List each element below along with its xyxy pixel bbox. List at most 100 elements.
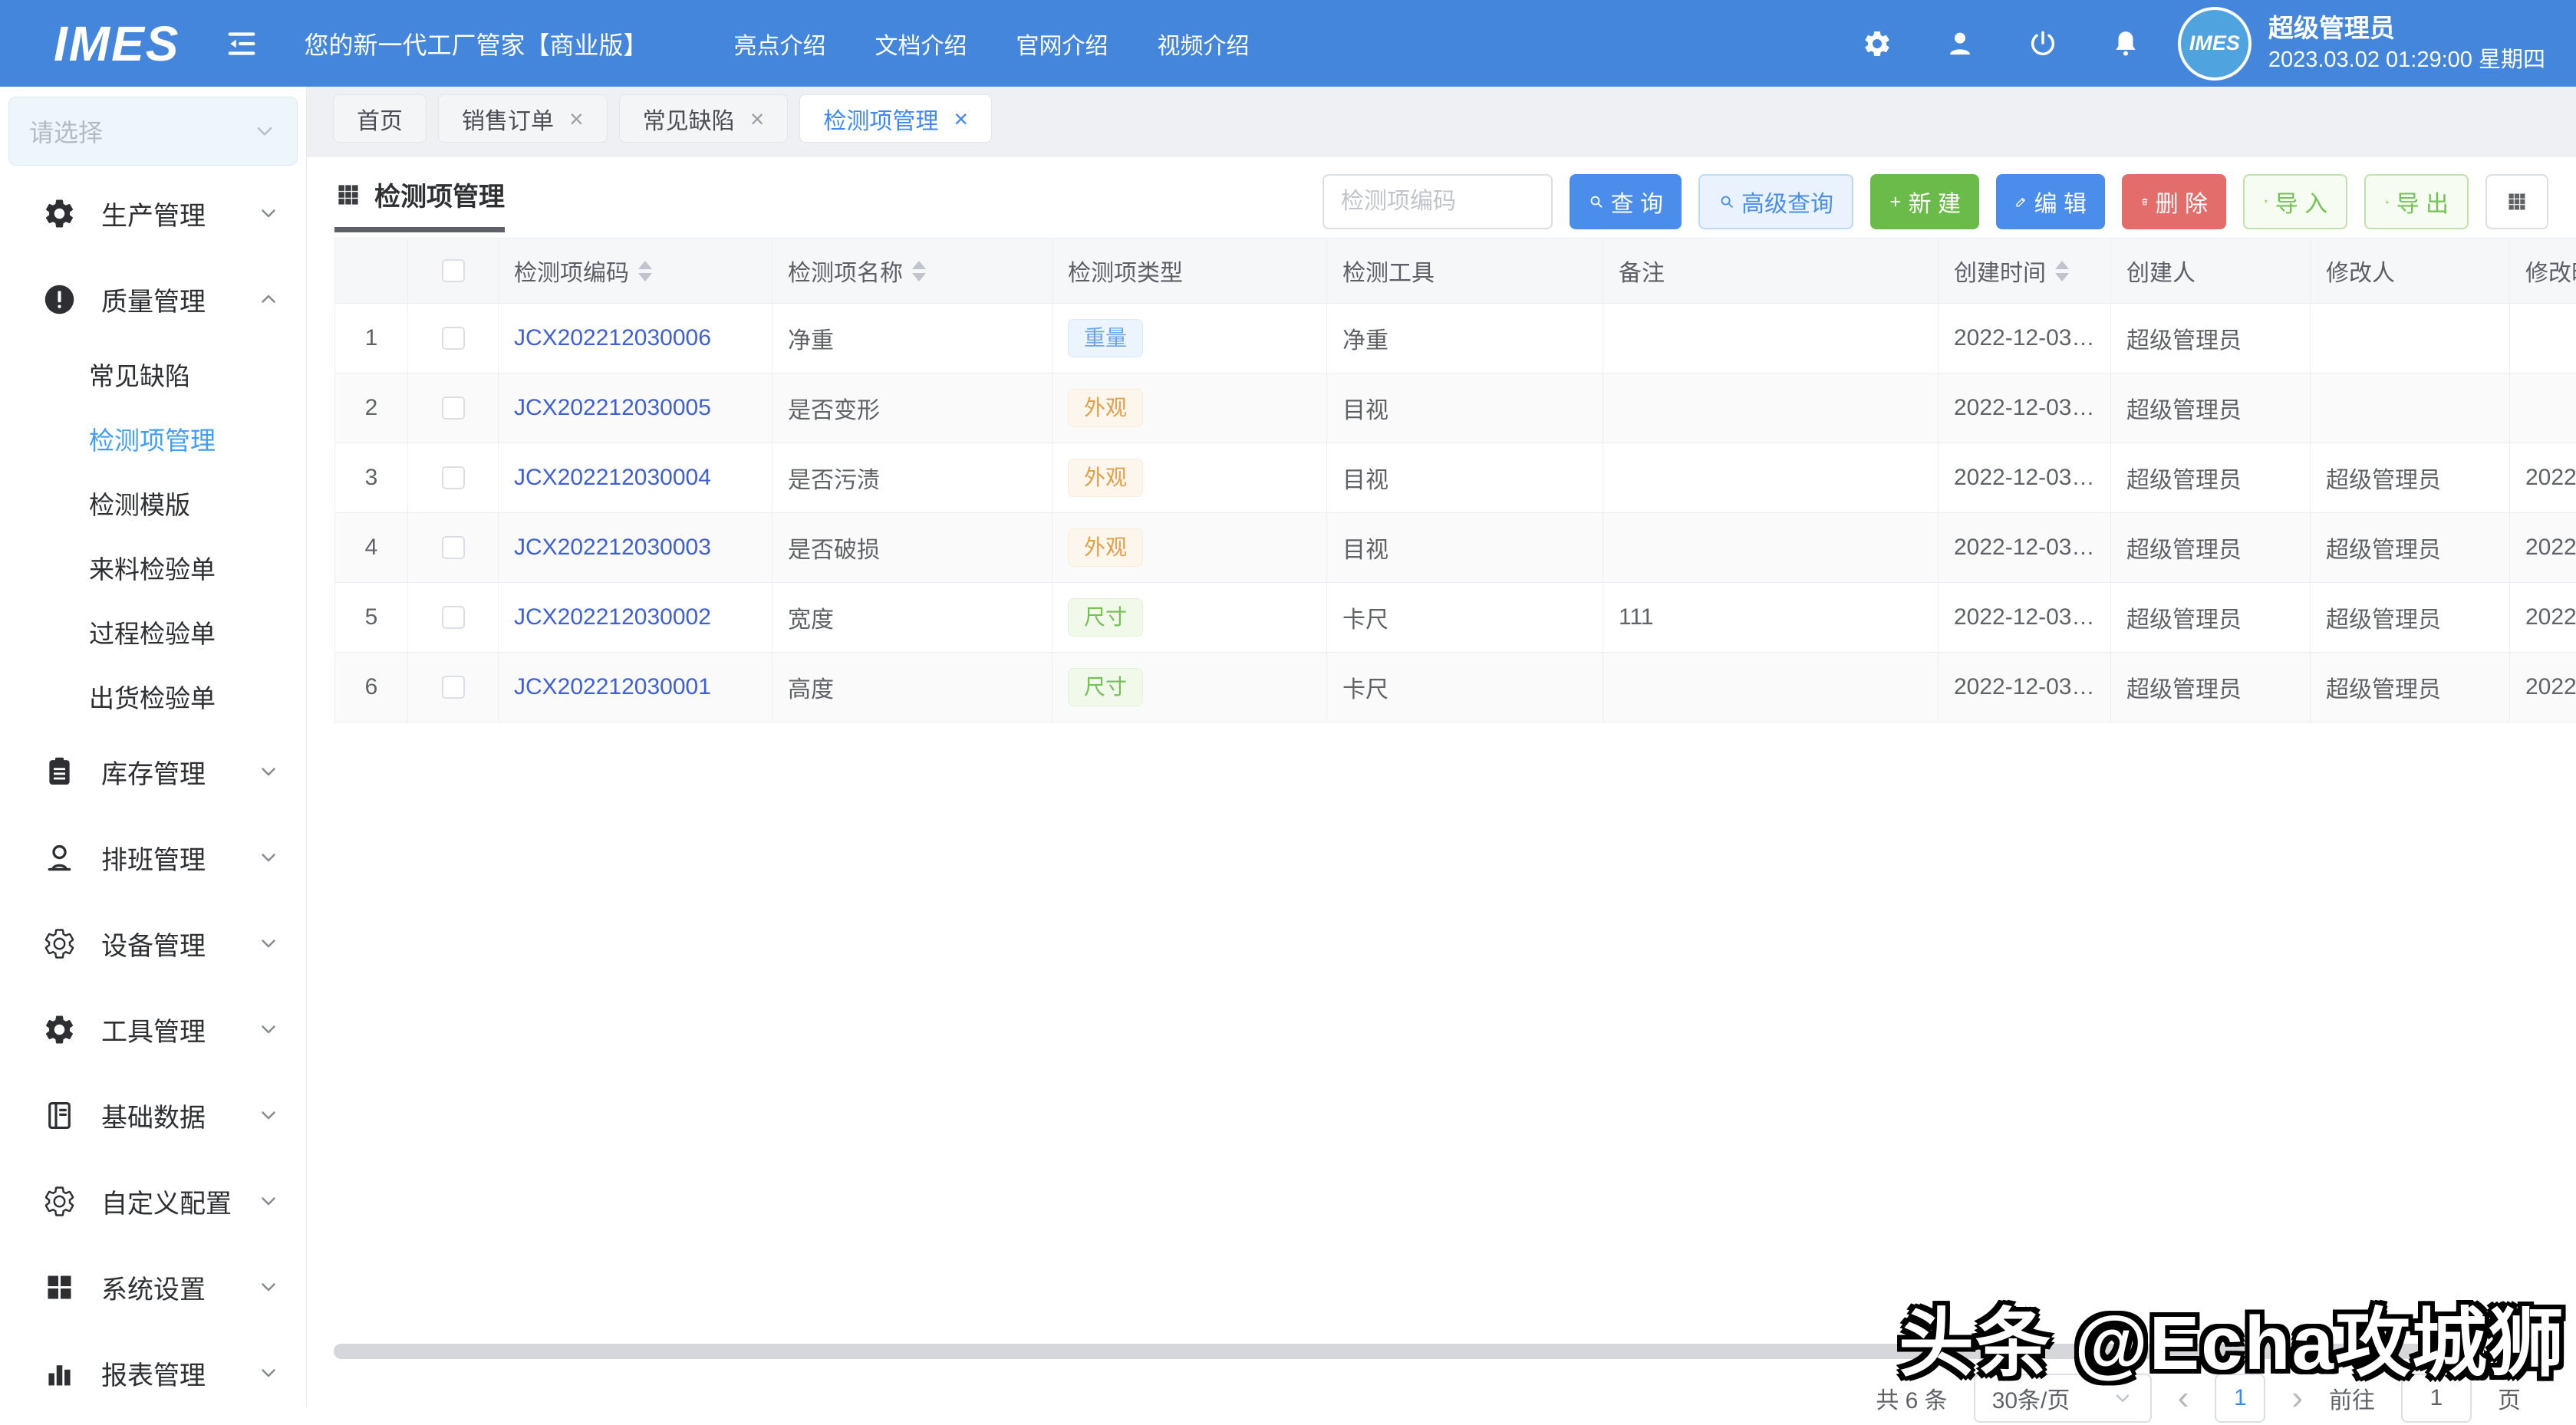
tab-inspection-items[interactable]: 检测项管理 × <box>799 94 992 143</box>
row-checkbox[interactable] <box>442 397 465 420</box>
code-link[interactable]: JCX202212030005 <box>514 395 711 421</box>
cell-created: 2022-12-03… <box>1939 374 2111 443</box>
query-button[interactable]: 查 询 <box>1570 174 1682 229</box>
row-checkbox[interactable] <box>442 466 465 489</box>
delete-button[interactable]: 删 除 <box>2122 174 2226 229</box>
header-created[interactable]: 创建时间 <box>1939 239 2111 304</box>
gear-outline-icon <box>42 926 77 961</box>
sidebar-subitem-inspection-items[interactable]: 检测项管理 <box>0 406 306 471</box>
tab-common-defects[interactable]: 常见缺陷 × <box>619 94 789 143</box>
row-checkbox[interactable] <box>442 327 465 350</box>
table-row: 5 JCX202212030002 宽度 尺寸 卡尺 111 2022-12-0… <box>335 583 2576 653</box>
trash-icon <box>2140 190 2149 213</box>
sidebar-item-scheduling[interactable]: 排班管理 <box>0 815 306 900</box>
tab-label: 首页 <box>357 102 403 136</box>
column-settings-button[interactable] <box>2485 174 2548 229</box>
type-badge: 尺寸 <box>1068 668 1143 706</box>
user-name: 超级管理员 <box>2268 12 2545 46</box>
edit-button[interactable]: 编 辑 <box>1996 174 2105 229</box>
sidebar-subitem-label: 过程检验单 <box>89 614 216 650</box>
advanced-query-button[interactable]: 高级查询 <box>1698 174 1853 229</box>
tab-label: 常见缺陷 <box>643 102 735 136</box>
module-select[interactable]: 请选择 <box>8 97 298 166</box>
pencil-icon <box>2014 190 2028 213</box>
export-button[interactable]: 导 出 <box>2364 174 2469 229</box>
sort-icon <box>638 261 652 281</box>
topnav-link-docs[interactable]: 文档介绍 <box>875 27 967 61</box>
sidebar-item-label: 设备管理 <box>101 925 206 963</box>
chevron-down-icon <box>257 1190 280 1213</box>
topnav-link-website[interactable]: 官网介绍 <box>1016 27 1108 61</box>
sidebar-subitem-shipment-inspection[interactable]: 出货检验单 <box>0 664 306 729</box>
sidebar-item-label: 基础数据 <box>101 1097 206 1134</box>
cell-creator: 超级管理员 <box>2111 653 2311 722</box>
row-checkbox[interactable] <box>442 536 465 559</box>
code-link[interactable]: JCX202212030003 <box>514 535 711 561</box>
code-link[interactable]: JCX202212030002 <box>514 604 711 630</box>
sidebar-item-inventory[interactable]: 库存管理 <box>0 729 306 815</box>
select-all-checkbox[interactable] <box>442 259 465 282</box>
sidebar-item-quality[interactable]: 质量管理 <box>0 256 306 342</box>
header-name[interactable]: 检测项名称 <box>772 239 1052 304</box>
row-checkbox-cell <box>408 304 499 374</box>
gear-outline-icon <box>42 1184 77 1219</box>
avatar[interactable]: IMES <box>2178 7 2252 81</box>
close-icon[interactable]: × <box>750 107 765 131</box>
cell-type: 外观 <box>1052 374 1327 443</box>
close-icon[interactable]: × <box>569 107 584 131</box>
sidebar-item-reports[interactable]: 报表管理 <box>0 1330 306 1407</box>
import-button[interactable]: 导 入 <box>2243 174 2347 229</box>
tab-home[interactable]: 首页 <box>333 94 427 143</box>
topbar: IMES 您的新一代工厂管家【商业版】 亮点介绍 文档介绍 官网介绍 视频介绍 … <box>0 0 2576 87</box>
topnav-link-videos[interactable]: 视频介绍 <box>1157 27 1249 61</box>
notifications-button[interactable] <box>2110 28 2141 59</box>
profile-button[interactable] <box>1945 28 1975 59</box>
gear-icon <box>42 1012 77 1047</box>
sidebar-subitem-common-defects[interactable]: 常见缺陷 <box>0 342 306 406</box>
search-icon <box>1718 190 1735 213</box>
close-icon[interactable]: × <box>954 107 968 131</box>
sidebar-item-system-settings[interactable]: 系统设置 <box>0 1244 306 1330</box>
topnav-link-highlights[interactable]: 亮点介绍 <box>733 27 825 61</box>
search-input[interactable] <box>1323 174 1553 229</box>
sidebar-subitem-label: 检测项管理 <box>89 420 216 457</box>
cell-tool: 目视 <box>1327 374 1603 443</box>
inspection-items-table: 检测项编码 检测项名称 检测项类型 检测工具 备注 创建时间 创建人 修改人 修… <box>334 238 2576 722</box>
code-link[interactable]: JCX202212030001 <box>514 674 711 700</box>
sidebar-item-base-data[interactable]: 基础数据 <box>0 1072 306 1158</box>
settings-button[interactable] <box>1862 28 1892 59</box>
create-button[interactable]: 新 建 <box>1870 174 1979 229</box>
cell-remark <box>1603 374 1939 443</box>
power-icon <box>2028 28 2058 59</box>
tabbar: 首页 销售订单 × 常见缺陷 × 检测项管理 × <box>307 87 2576 157</box>
row-checkbox[interactable] <box>442 606 465 629</box>
sidebar-subitem-process-inspection[interactable]: 过程检验单 <box>0 600 306 664</box>
sidebar-item-label: 排班管理 <box>101 839 206 877</box>
type-badge: 尺寸 <box>1068 598 1143 637</box>
sidebar-item-production[interactable]: 生产管理 <box>0 170 306 256</box>
sidebar-subitem-label: 常见缺陷 <box>89 356 190 393</box>
tab-sales-orders[interactable]: 销售订单 × <box>438 94 608 143</box>
cell-remark <box>1603 443 1939 513</box>
code-link[interactable]: JCX202212030006 <box>514 325 711 351</box>
sidebar-item-equipment[interactable]: 设备管理 <box>0 900 306 986</box>
card-header: 检测项管理 查 询 高级查询 新 建 编 辑 删 除 <box>334 171 2548 232</box>
sidebar-subitem-inspection-templates[interactable]: 检测模版 <box>0 471 306 535</box>
sidebar-item-custom-config[interactable]: 自定义配置 <box>0 1158 306 1244</box>
search-icon <box>1588 190 1605 213</box>
sidebar-item-tools[interactable]: 工具管理 <box>0 986 306 1072</box>
code-link[interactable]: JCX202212030004 <box>514 465 711 491</box>
table-header-row: 检测项编码 检测项名称 检测项类型 检测工具 备注 创建时间 创建人 修改人 修… <box>335 239 2576 304</box>
sidebar-subitem-incoming-inspection[interactable]: 来料检验单 <box>0 535 306 600</box>
grid-four-icon <box>42 1270 77 1305</box>
sidebar-toggle-button[interactable] <box>224 26 259 61</box>
current-datetime: 2023.03.02 01:29:00 星期四 <box>2268 45 2545 75</box>
cell-creator: 超级管理员 <box>2111 304 2311 374</box>
sort-icon <box>912 261 926 281</box>
logout-button[interactable] <box>2028 28 2058 59</box>
gear-icon <box>42 196 77 231</box>
row-checkbox[interactable] <box>442 676 465 699</box>
cell-modified <box>2510 374 2576 443</box>
cell-type: 尺寸 <box>1052 583 1327 653</box>
header-code[interactable]: 检测项编码 <box>499 239 772 304</box>
